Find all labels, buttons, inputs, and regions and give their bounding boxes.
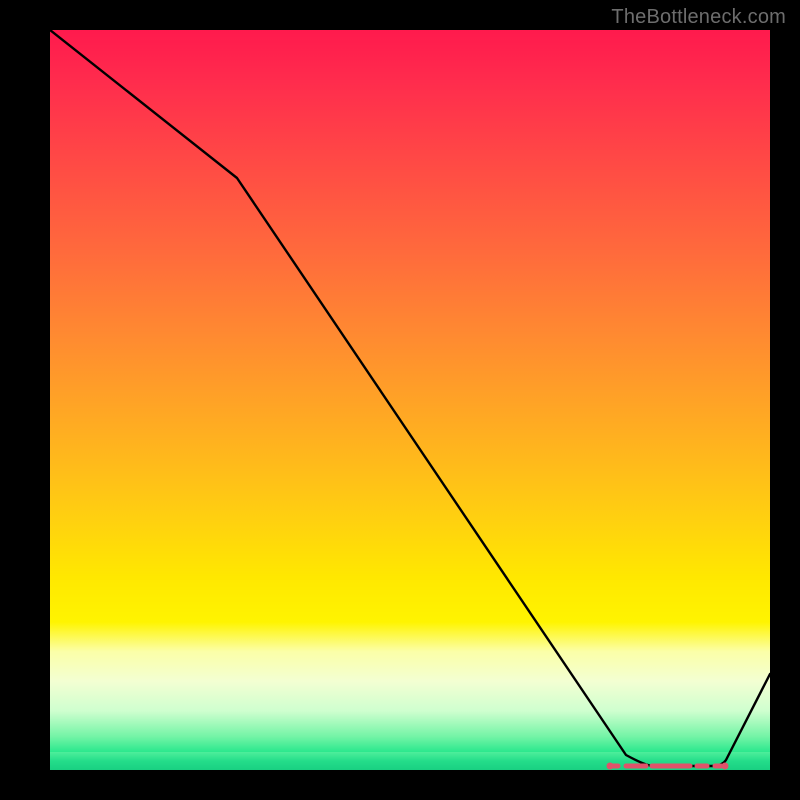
watermark-text: TheBottleneck.com	[611, 6, 786, 29]
plot-area	[50, 30, 770, 770]
curve-path	[50, 30, 770, 766]
chart-frame: TheBottleneck.com	[0, 0, 800, 800]
optimal-zone-cap-right	[722, 763, 729, 770]
bottleneck-curve	[50, 30, 770, 770]
optimal-zone-cap-left	[607, 763, 614, 770]
